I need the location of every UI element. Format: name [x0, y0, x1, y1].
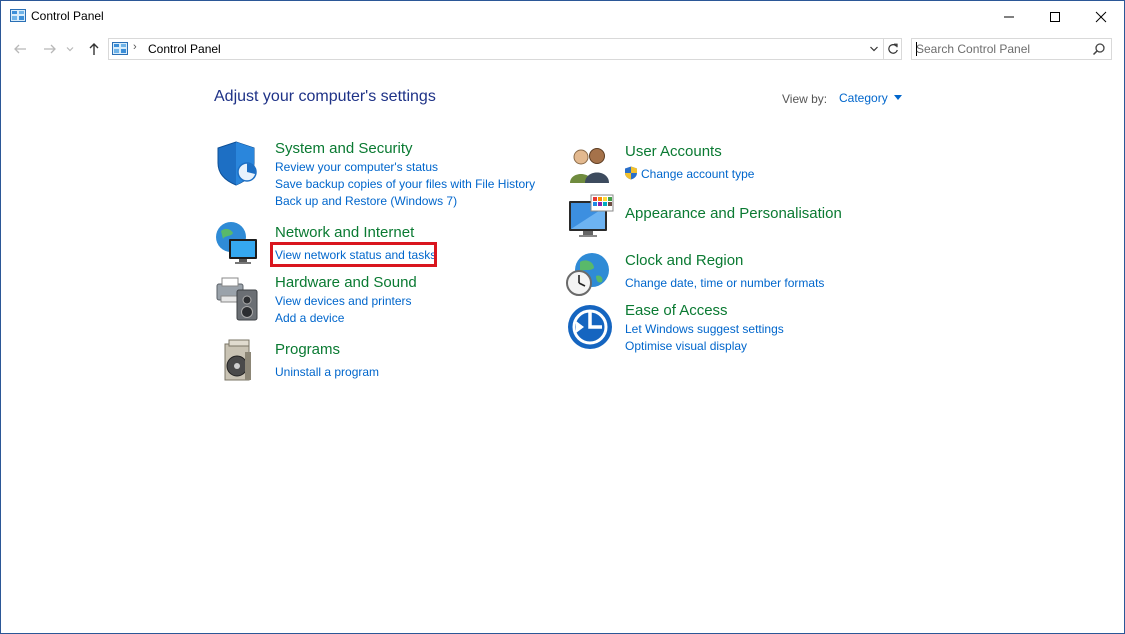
- programs-disc-icon[interactable]: [217, 338, 265, 386]
- link-change-date-time-formats[interactable]: Change date, time or number formats: [625, 276, 824, 290]
- back-button[interactable]: [11, 40, 29, 58]
- window-title: Control Panel: [31, 9, 104, 23]
- search-box[interactable]: [911, 38, 1112, 60]
- back-arrow-icon: [14, 44, 26, 54]
- title-bar[interactable]: Control Panel: [1, 1, 1124, 32]
- control-panel-icon: [10, 9, 26, 22]
- link-optimise-visual-display[interactable]: Optimise visual display: [625, 339, 747, 353]
- close-button[interactable]: [1078, 1, 1124, 32]
- link-review-computer-status[interactable]: Review your computer's status: [275, 160, 438, 174]
- forward-button[interactable]: [41, 40, 59, 58]
- refresh-button[interactable]: [883, 39, 902, 59]
- category-system-and-security[interactable]: System and Security: [275, 140, 413, 157]
- chevron-down-icon: [870, 46, 878, 52]
- link-backup-restore[interactable]: Back up and Restore (Windows 7): [275, 194, 457, 208]
- printer-speaker-icon[interactable]: [213, 274, 261, 322]
- up-button[interactable]: [85, 40, 103, 58]
- search-input[interactable]: [916, 41, 1086, 56]
- link-change-account-type[interactable]: Change account type: [641, 167, 754, 181]
- category-appearance-and-personalisation[interactable]: Appearance and Personalisation: [625, 205, 842, 222]
- breadcrumb-separator[interactable]: ›: [133, 41, 137, 53]
- users-icon[interactable]: [566, 141, 614, 189]
- control-panel-icon: [112, 42, 128, 55]
- link-devices-and-printers[interactable]: View devices and printers: [275, 294, 412, 308]
- monitor-palette-icon[interactable]: [567, 193, 615, 241]
- network-globe-icon[interactable]: [213, 219, 261, 267]
- refresh-icon: [888, 43, 898, 54]
- clock-globe-icon[interactable]: [564, 250, 612, 298]
- address-dropdown-button[interactable]: [866, 41, 882, 57]
- maximize-icon: [1050, 11, 1060, 22]
- search-icon[interactable]: [1092, 42, 1106, 56]
- chevron-down-icon: [66, 47, 74, 52]
- recent-locations-button[interactable]: [65, 40, 75, 58]
- category-hardware-and-sound[interactable]: Hardware and Sound: [275, 274, 417, 291]
- category-clock-and-region[interactable]: Clock and Region: [625, 252, 743, 269]
- close-icon: [1095, 11, 1107, 22]
- maximize-button[interactable]: [1032, 1, 1078, 32]
- up-arrow-icon: [89, 43, 99, 55]
- minimize-icon: [1004, 16, 1014, 17]
- view-by-value[interactable]: Category: [839, 91, 888, 105]
- navigation-bar: › Control Panel: [1, 35, 1124, 63]
- category-programs[interactable]: Programs: [275, 341, 340, 358]
- category-ease-of-access[interactable]: Ease of Access: [625, 302, 728, 319]
- view-by-label: View by:: [782, 92, 828, 106]
- dropdown-triangle-icon: [893, 95, 902, 100]
- address-bar[interactable]: › Control Panel: [108, 38, 902, 60]
- ease-of-access-icon[interactable]: [566, 303, 614, 351]
- control-panel-window: Control Panel › Control Panel Search Con…: [0, 0, 1125, 634]
- category-network-and-internet[interactable]: Network and Internet: [275, 224, 414, 241]
- forward-arrow-icon: [44, 44, 56, 54]
- link-file-history[interactable]: Save backup copies of your files with Fi…: [275, 177, 535, 191]
- link-uninstall-program[interactable]: Uninstall a program: [275, 365, 379, 379]
- uac-shield-icon: [625, 166, 637, 180]
- minimize-button[interactable]: [986, 1, 1032, 32]
- breadcrumb-control-panel[interactable]: Control Panel: [148, 42, 221, 56]
- view-by-dropdown[interactable]: Category: [839, 91, 902, 105]
- highlight-box: [270, 242, 437, 267]
- link-let-windows-suggest-settings[interactable]: Let Windows suggest settings: [625, 322, 784, 336]
- shield-icon[interactable]: [214, 139, 262, 187]
- page-heading: Adjust your computer's settings: [214, 88, 436, 105]
- link-add-device[interactable]: Add a device: [275, 311, 344, 325]
- category-user-accounts[interactable]: User Accounts: [625, 143, 722, 160]
